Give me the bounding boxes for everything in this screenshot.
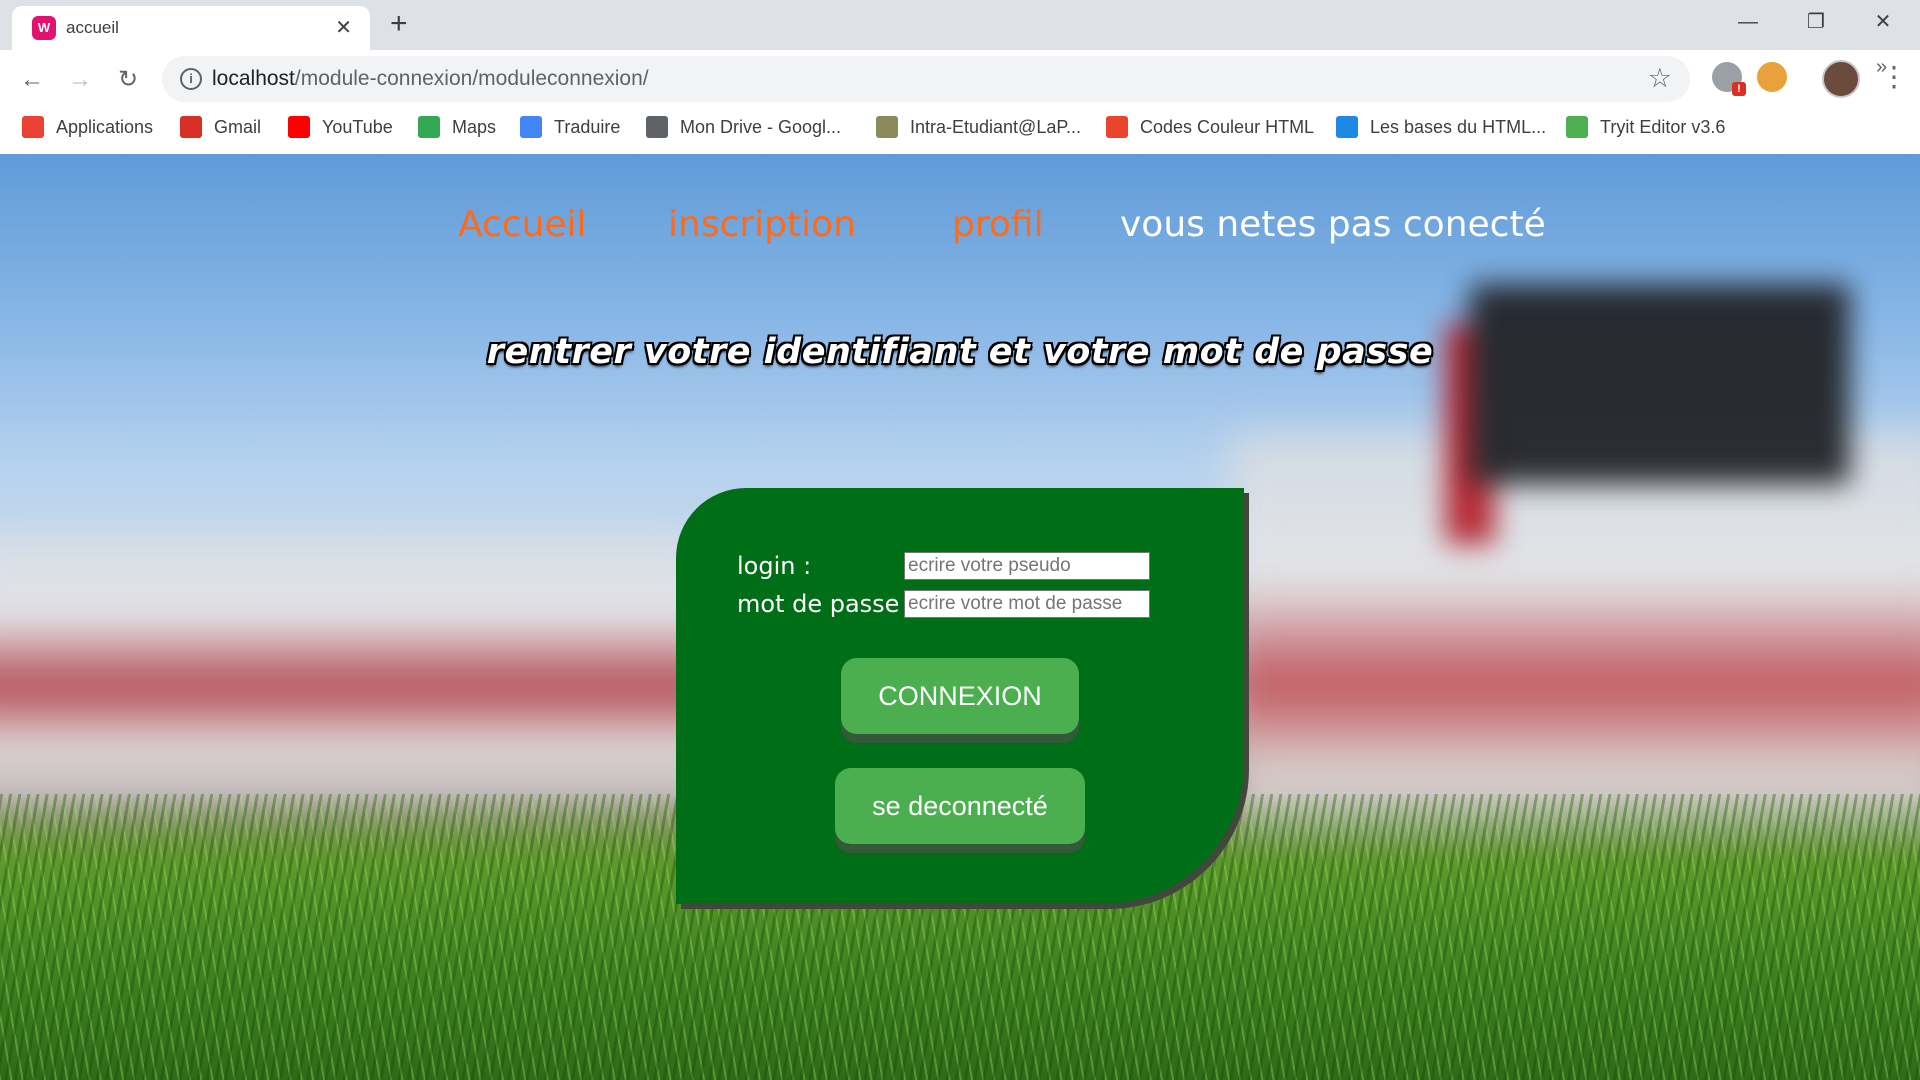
extension-shield-icon[interactable]: ! bbox=[1712, 62, 1746, 96]
logout-button[interactable]: se deconnecté bbox=[835, 768, 1085, 844]
new-tab-plus-icon[interactable]: + bbox=[390, 9, 408, 39]
close-window-icon[interactable]: ✕ bbox=[1860, 6, 1906, 38]
bookmark-label: Traduire bbox=[554, 116, 621, 137]
bookmark-label: Applications bbox=[56, 116, 154, 137]
stadium-scoreboard bbox=[1470, 284, 1850, 484]
extension-cookie-icon[interactable] bbox=[1757, 62, 1787, 92]
url-path: /module-connexion/moduleconnexion/ bbox=[294, 67, 649, 90]
nav-link-profil[interactable]: profil bbox=[952, 204, 1044, 245]
page-background: Accueil inscription profil vous netes pa… bbox=[0, 154, 1920, 1080]
bookmark-intranet[interactable]: Intra-Etudiant@LaP... bbox=[876, 110, 1081, 144]
password-input[interactable] bbox=[904, 590, 1150, 618]
bookmark-youtube[interactable]: YouTube bbox=[288, 110, 393, 144]
connexion-button[interactable]: CONNEXION bbox=[841, 658, 1079, 734]
login-label: login : bbox=[737, 552, 812, 580]
wamp-favicon-icon: W bbox=[32, 16, 56, 40]
bookmark-label: Intra-Etudiant@LaP... bbox=[910, 116, 1082, 137]
address-bar[interactable]: i localhost/module-connexion/moduleconne… bbox=[162, 56, 1690, 102]
bookmark-color-codes[interactable]: Codes Couleur HTML bbox=[1106, 110, 1314, 144]
stadium-stand-left bbox=[0, 534, 720, 814]
bookmarks-overflow-chevron-icon[interactable]: » bbox=[1876, 50, 1887, 84]
bookmark-tryit[interactable]: Tryit Editor v3.6 bbox=[1566, 110, 1725, 144]
browser-toolbar: ← → ↻ i localhost/module-connexion/modul… bbox=[0, 50, 1920, 154]
bookmark-label: YouTube bbox=[322, 116, 393, 137]
maps-icon bbox=[418, 116, 440, 138]
intranet-icon bbox=[876, 116, 898, 138]
url-host: localhost bbox=[212, 67, 295, 90]
translate-icon bbox=[520, 116, 542, 138]
bookmark-translate[interactable]: Traduire bbox=[520, 110, 620, 144]
color-codes-icon bbox=[1106, 116, 1128, 138]
login-input[interactable] bbox=[904, 552, 1150, 580]
bookmarks-bar: Applications Gmail YouTube Maps Traduire Mon … bbox=[0, 110, 1900, 144]
bookmark-label: Gmail bbox=[214, 116, 262, 137]
browser-tab[interactable]: W accueil ✕ bbox=[12, 6, 370, 50]
profile-avatar[interactable] bbox=[1822, 60, 1860, 98]
globe-icon bbox=[646, 116, 668, 138]
gmail-icon bbox=[180, 116, 202, 138]
close-tab-icon[interactable]: ✕ bbox=[335, 15, 352, 41]
bookmark-star-icon[interactable]: ☆ bbox=[1648, 63, 1672, 94]
bookmark-label: Codes Couleur HTML bbox=[1140, 116, 1315, 137]
restore-window-icon[interactable]: ❐ bbox=[1793, 6, 1839, 38]
bookmark-label: Mon Drive - Googl... bbox=[680, 116, 842, 137]
youtube-icon bbox=[288, 116, 310, 138]
bookmark-label: Tryit Editor v3.6 bbox=[1600, 116, 1726, 137]
bookmark-globe[interactable]: Mon Drive - Googl... bbox=[646, 110, 841, 144]
bookmark-label: Les bases du HTML... bbox=[1370, 116, 1547, 137]
stadium-stand-right bbox=[1230, 434, 1920, 854]
bookmark-label: Maps bbox=[452, 116, 497, 137]
bookmark-gmail[interactable]: Gmail bbox=[180, 110, 261, 144]
url-text[interactable]: localhost/module-connexion/moduleconnexi… bbox=[212, 67, 649, 91]
apps-grid-icon bbox=[22, 116, 44, 138]
nav-link-inscription[interactable]: inscription bbox=[668, 204, 856, 245]
html-basics-icon bbox=[1336, 116, 1358, 138]
login-form: login : mot de passe : CONNEXION se deco… bbox=[676, 488, 1244, 904]
back-arrow-icon[interactable]: ← bbox=[14, 62, 50, 98]
tab-title: accueil bbox=[66, 18, 119, 37]
bookmark-apps-grid[interactable]: Applications bbox=[22, 110, 153, 144]
tab-strip: W accueil ✕ + — ❐ ✕ bbox=[0, 0, 1920, 50]
bookmark-html-basics[interactable]: Les bases du HTML... bbox=[1336, 110, 1546, 144]
forward-arrow-icon[interactable]: → bbox=[62, 62, 98, 98]
page-title: rentrer votre identifiant et votre mot d… bbox=[0, 332, 1920, 372]
connection-status: vous netes pas conecté bbox=[1120, 204, 1546, 245]
password-label: mot de passe : bbox=[737, 590, 916, 618]
nav-link-accueil[interactable]: Accueil bbox=[458, 204, 587, 245]
page-title-text: rentrer votre identifiant et votre mot d… bbox=[486, 332, 1434, 372]
tryit-icon bbox=[1566, 116, 1588, 138]
site-info-icon[interactable]: i bbox=[180, 68, 202, 90]
reload-icon[interactable]: ↻ bbox=[110, 62, 146, 98]
minimize-window-icon[interactable]: — bbox=[1725, 6, 1771, 38]
bookmark-maps[interactable]: Maps bbox=[418, 110, 496, 144]
